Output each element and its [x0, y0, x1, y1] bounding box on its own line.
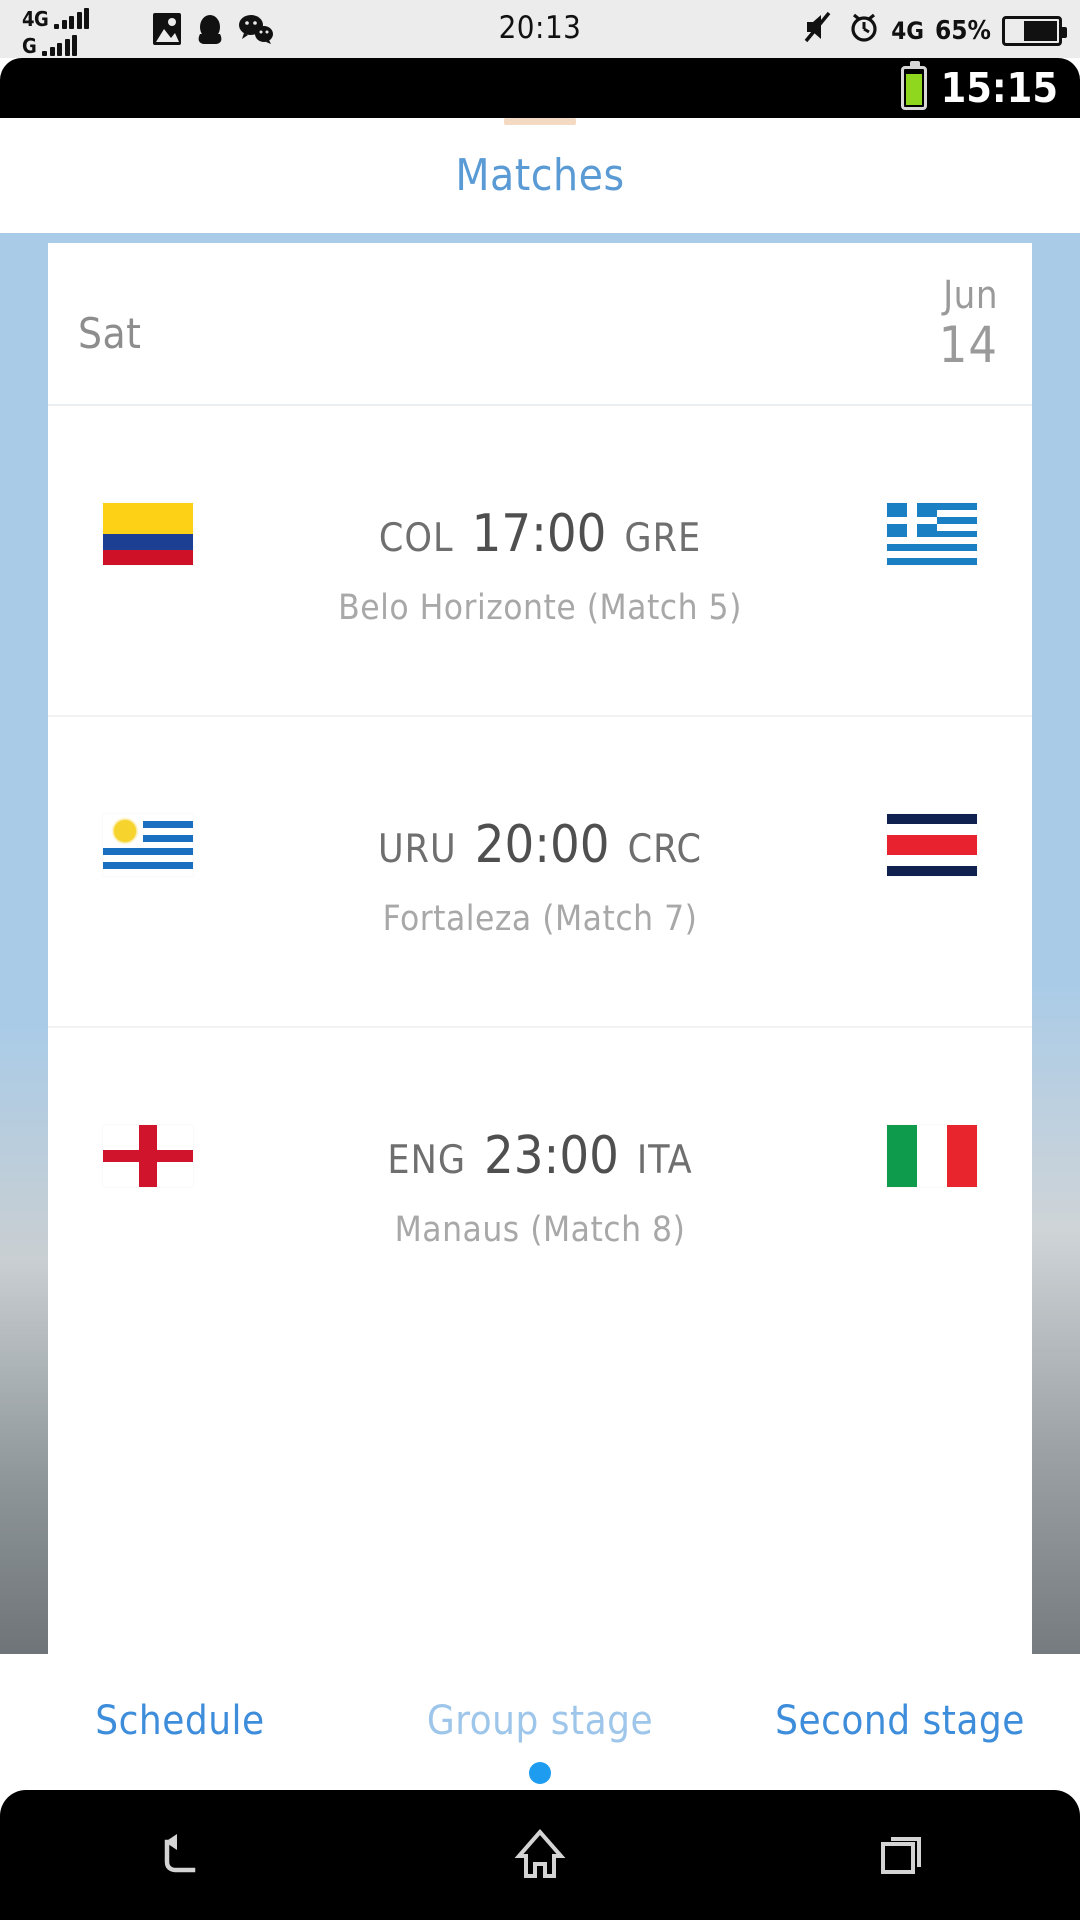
data-network-label: 4G: [891, 16, 924, 45]
match-row[interactable]: COL 17:00 GRE Belo Horizonte (Match 5): [48, 406, 1032, 717]
recents-icon[interactable]: [840, 1810, 960, 1900]
battery-icon: [1002, 15, 1067, 46]
match-venue: Belo Horizonte (Match 5): [338, 588, 742, 628]
match-row[interactable]: URU 20:00 CRC Fortaleza (Match 7): [48, 717, 1032, 1028]
greece-flag: [887, 503, 977, 565]
home-team-code: ENG: [387, 1138, 467, 1183]
android-nav-bar: [0, 1790, 1080, 1920]
back-icon[interactable]: [120, 1810, 240, 1900]
match-venue: Fortaleza (Match 7): [382, 899, 698, 939]
away-team-code: ITA: [636, 1138, 693, 1183]
inner-status-bar: 15:15: [0, 58, 1080, 118]
uruguay-flag: [103, 814, 193, 876]
inner-clock: 15:15: [940, 64, 1058, 112]
content-area: Sat Jun 14 COL 17:00 GRE Belo Horizonte …: [0, 233, 1080, 1654]
phone-screen: 4G G 20:13 4G 65% 15:15 Matches Sat Jun …: [0, 0, 1080, 1920]
mute-icon: [803, 11, 837, 50]
home-team-code: URU: [377, 827, 457, 872]
date-month: Jun: [943, 273, 998, 317]
page-title: Matches: [455, 118, 625, 201]
tab-bar: Schedule Group stage Second stage: [0, 1654, 1080, 1790]
os-status-right: 4G 65%: [803, 11, 1067, 50]
battery-percent-label: 65%: [935, 15, 991, 46]
away-flag-container: [832, 1125, 1032, 1187]
match-venue: Manaus (Match 8): [394, 1210, 686, 1250]
home-flag-container: [48, 503, 248, 565]
home-icon[interactable]: [480, 1810, 600, 1900]
home-team-code: COL: [378, 516, 454, 561]
tab-group-stage-label: Group stage: [426, 1698, 654, 1744]
england-flag: [103, 1125, 193, 1187]
tab-second-stage-label: Second stage: [775, 1698, 1025, 1744]
alarm-icon: [848, 11, 880, 50]
card-top-rail: [0, 233, 1080, 243]
match-row[interactable]: ENG 23:00 ITA Manaus (Match 8): [48, 1028, 1032, 1339]
tab-schedule[interactable]: Schedule: [0, 1654, 360, 1744]
away-flag-container: [832, 503, 1032, 565]
home-flag-container: [48, 1125, 248, 1187]
away-flag-container: [832, 814, 1032, 876]
card-right-rail: [1032, 243, 1080, 1654]
kickoff-time: 23:00: [484, 1126, 619, 1186]
tab-indicator-dot: [529, 1762, 551, 1784]
date-header: Sat Jun 14: [48, 243, 1032, 406]
app-header: Matches: [0, 118, 1080, 233]
costa-rica-flag: [887, 814, 977, 876]
battery-icon: [900, 61, 927, 110]
schedule-card[interactable]: Sat Jun 14 COL 17:00 GRE Belo Horizonte …: [48, 243, 1032, 1654]
title-smudge: [504, 118, 576, 125]
page-title-text: Matches: [455, 150, 625, 201]
away-team-code: CRC: [627, 827, 703, 872]
italy-flag: [887, 1125, 977, 1187]
home-flag-container: [48, 814, 248, 876]
kickoff-time: 20:00: [474, 815, 610, 875]
date-day-number: 14: [938, 316, 998, 374]
date-day-of-week: Sat: [78, 309, 142, 358]
colombia-flag: [103, 503, 193, 565]
kickoff-time: 17:00: [471, 504, 607, 564]
card-left-rail: [0, 243, 48, 1654]
away-team-code: GRE: [624, 516, 702, 561]
tab-schedule-label: Schedule: [95, 1698, 265, 1744]
tab-second-stage[interactable]: Second stage: [720, 1654, 1080, 1744]
tab-group-stage[interactable]: Group stage: [360, 1654, 720, 1784]
os-status-bar: 4G G 20:13 4G 65%: [0, 0, 1080, 58]
